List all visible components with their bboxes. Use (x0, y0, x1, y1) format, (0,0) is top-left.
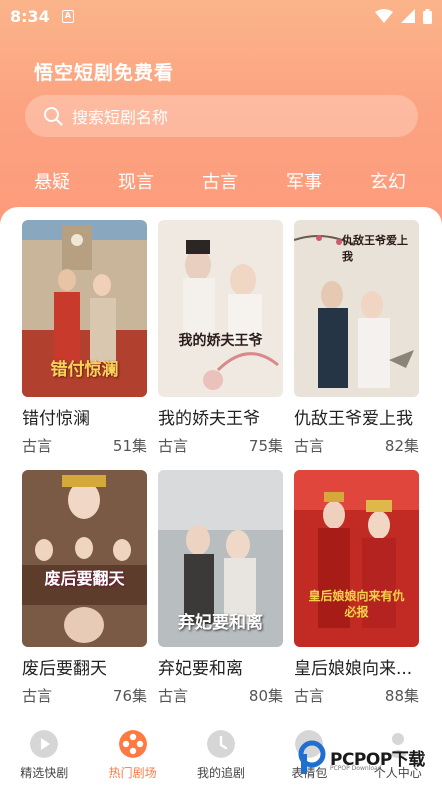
drama-poster[interactable]: 皇后娘娘向来有仇必报 (294, 470, 419, 647)
drama-title: 皇后娘娘向来... (294, 659, 413, 679)
nav-label: 热门剧场 (108, 766, 157, 780)
drama-card[interactable]: 错付惊澜 错付惊澜 古言 51集 (22, 220, 147, 456)
search-input[interactable]: 搜索短剧名称 (25, 95, 418, 137)
film-reel-icon (118, 730, 147, 758)
drama-meta: 古言 82集 (294, 435, 419, 456)
drama-title: 错付惊澜 (22, 409, 90, 429)
category-tabs: 悬疑 现言 古言 军事 玄幻 (0, 168, 442, 198)
signal-icon (401, 9, 415, 23)
drama-title: 我的娇夫王爷 (158, 409, 260, 429)
poster-image (294, 470, 419, 647)
clock-icon (206, 730, 235, 758)
drama-episodes: 51集 (112, 437, 147, 455)
drama-title: 弃妃要和离 (158, 659, 243, 679)
drama-genre: 古言 (294, 437, 325, 455)
poster-title: 废后要翻天 (44, 569, 125, 588)
drama-meta: 古言 88集 (294, 685, 419, 706)
nav-item-featured[interactable]: 精选快剧 (0, 720, 88, 785)
drama-poster[interactable]: 废后要翻天 (22, 470, 147, 647)
drama-meta: 古言 75集 (158, 435, 283, 456)
watermark: PCPOP下载 PCPOP Download (298, 738, 438, 776)
notification-a-icon: A (61, 9, 74, 23)
drama-genre: 古言 (22, 687, 53, 705)
category-tab-military[interactable]: 军事 (262, 168, 346, 198)
status-time: 8:34 (10, 6, 50, 26)
poster-image (158, 220, 283, 397)
drama-meta: 古言 76集 (22, 685, 147, 706)
poster-title: 错付惊澜 (50, 360, 119, 380)
search-placeholder: 搜索短剧名称 (72, 108, 169, 127)
nav-label: 精选快剧 (20, 766, 69, 780)
drama-title: 废后要翻天 (22, 659, 107, 679)
drama-list-panel: 错付惊澜 错付惊澜 古言 51集 我的娇夫王爷 我的娇夫王爷 古言 75集 仇敌… (0, 207, 442, 717)
poster-title: 皇后娘娘向来有仇必报 (308, 589, 405, 619)
category-tab-modern-romance[interactable]: 现言 (94, 168, 178, 198)
drama-genre: 古言 (158, 687, 189, 705)
poster-image (22, 470, 147, 647)
drama-episodes: 75集 (248, 437, 283, 455)
drama-episodes: 82集 (384, 437, 419, 455)
category-tab-suspense[interactable]: 悬疑 (10, 168, 94, 198)
drama-poster[interactable]: 弃妃要和离 (158, 470, 283, 647)
drama-card[interactable]: 废后要翻天 废后要翻天 古言 76集 (22, 470, 147, 706)
battery-icon (423, 8, 432, 24)
play-icon (30, 730, 59, 758)
watermark-subtext: PCPOP Download (330, 765, 382, 772)
nav-item-my-dramas[interactable]: 我的追剧 (177, 720, 265, 785)
drama-meta: 古言 51集 (22, 435, 147, 456)
drama-genre: 古言 (294, 687, 325, 705)
poster-title: 我的娇夫王爷 (178, 333, 263, 349)
drama-episodes: 88集 (384, 687, 419, 705)
category-tab-fantasy[interactable]: 玄幻 (346, 168, 430, 198)
search-icon (44, 107, 63, 126)
drama-genre: 古言 (22, 437, 53, 455)
wifi-icon (375, 9, 393, 23)
drama-genre: 古言 (158, 437, 189, 455)
drama-poster[interactable]: 我的娇夫王爷 (158, 220, 283, 397)
drama-poster[interactable]: 仇敌王爷爱上我 (294, 220, 419, 397)
nav-item-hot-theater[interactable]: 热门剧场 (88, 720, 176, 785)
drama-poster[interactable]: 错付惊澜 (22, 220, 147, 397)
drama-card[interactable]: 我的娇夫王爷 我的娇夫王爷 古言 75集 (158, 220, 283, 456)
drama-card[interactable]: 皇后娘娘向来有仇必报 皇后娘娘向来... 古言 88集 (294, 470, 419, 706)
poster-title: 弃妃要和离 (178, 613, 263, 633)
pcpop-logo-icon (298, 740, 326, 774)
drama-meta: 古言 80集 (158, 685, 283, 706)
drama-card[interactable]: 弃妃要和离 弃妃要和离 古言 80集 (158, 470, 283, 706)
drama-episodes: 76集 (112, 687, 147, 705)
app-title: 悟空短剧免费看 (34, 62, 175, 84)
nav-label: 我的追剧 (196, 766, 245, 780)
category-tab-ancient-romance[interactable]: 古言 (178, 168, 262, 198)
drama-card[interactable]: 仇敌王爷爱上我 仇敌王爷爱上我 古言 82集 (294, 220, 419, 456)
drama-episodes: 80集 (248, 687, 283, 705)
status-bar: 8:34 A (0, 0, 442, 32)
poster-title: 仇敌王爷爱上我 (342, 234, 408, 263)
drama-title: 仇敌王爷爱上我 (294, 409, 413, 429)
